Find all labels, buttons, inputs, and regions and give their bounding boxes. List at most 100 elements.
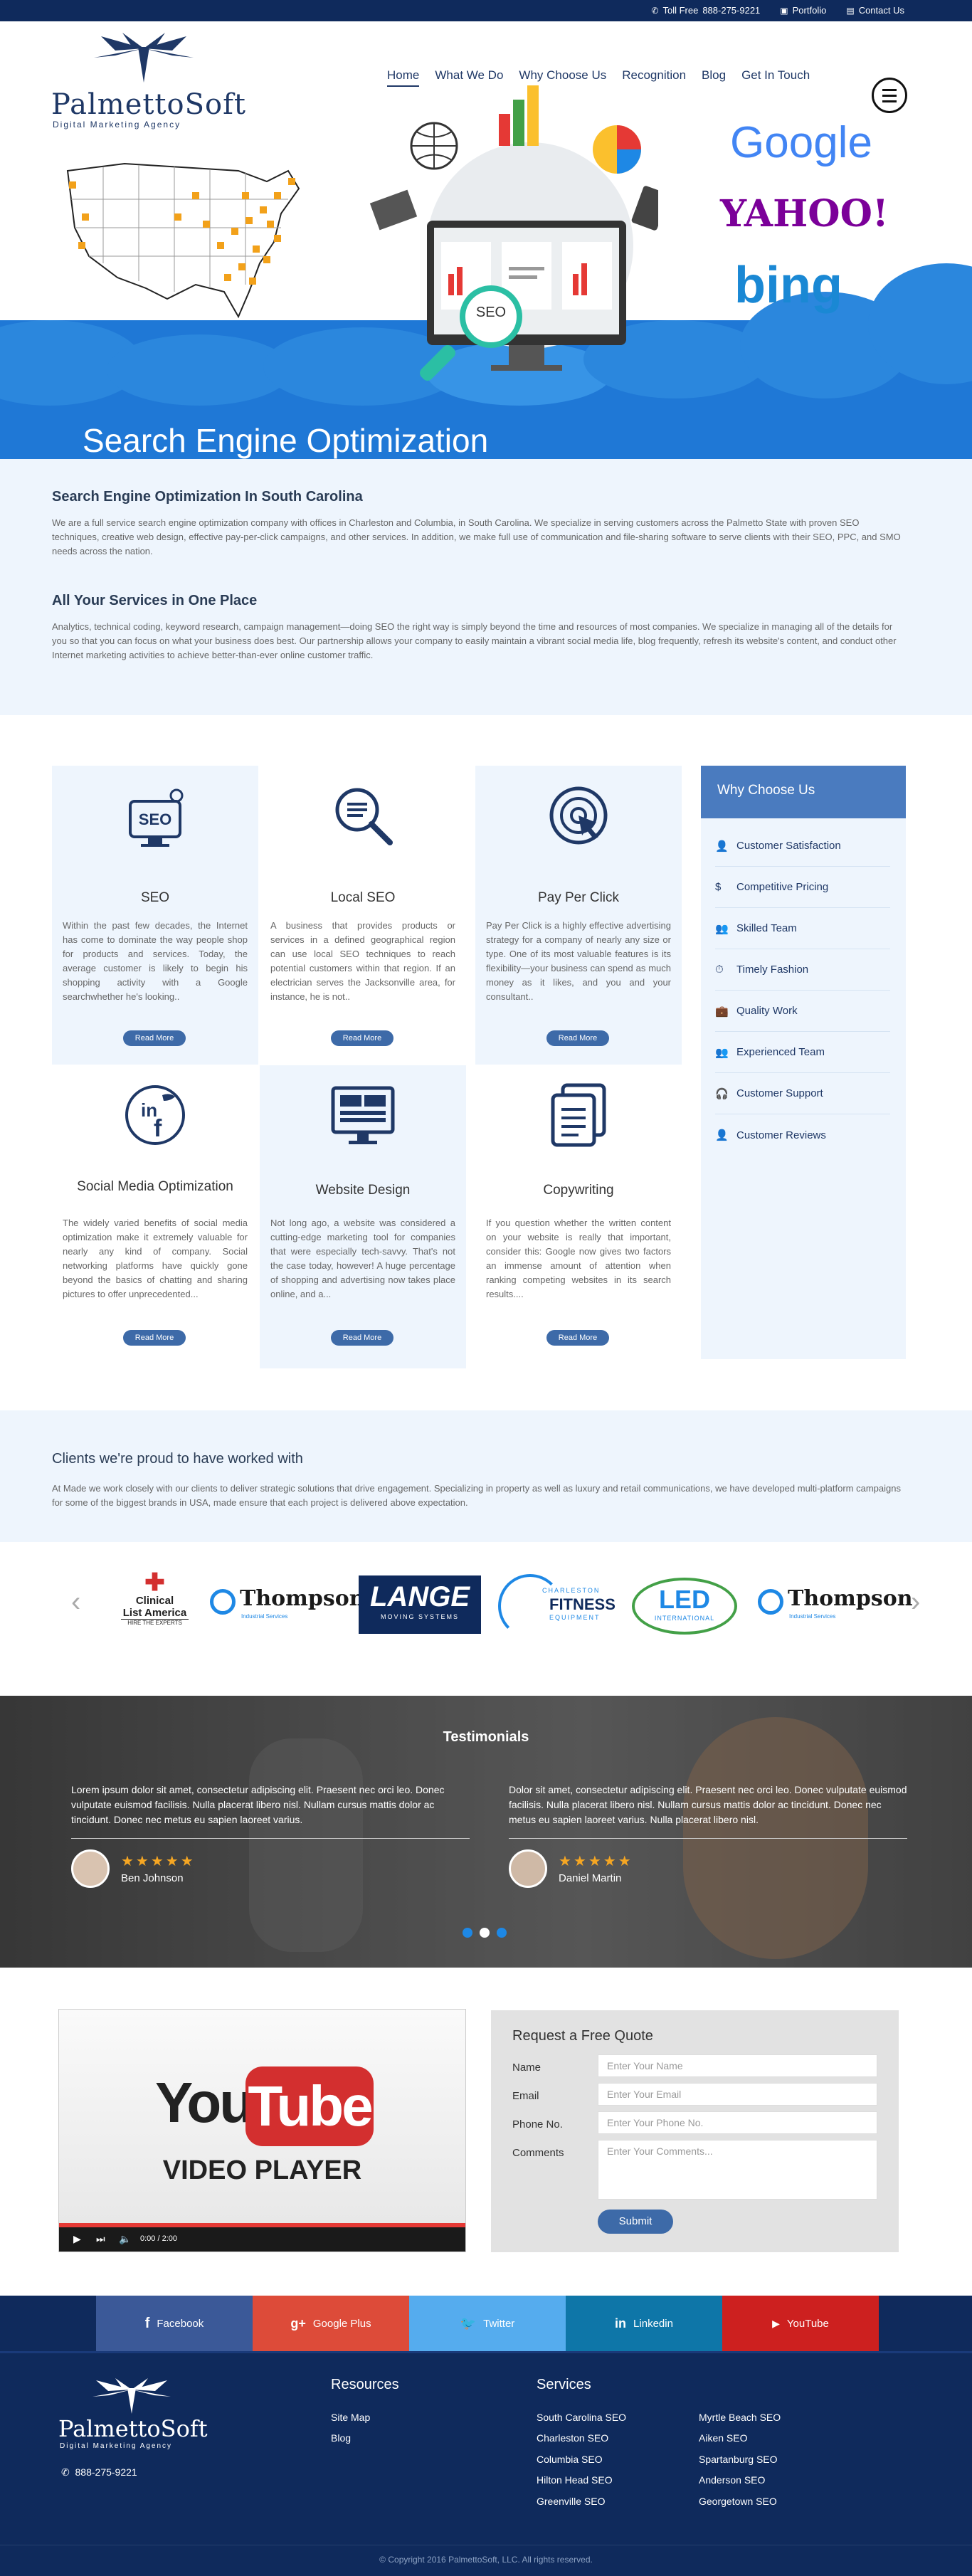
service-text: If you question whether the written cont…: [486, 1218, 671, 1299]
service-text: Not long ago, a website was considered a…: [270, 1218, 455, 1299]
hero-title: Search Engine Optimization: [83, 422, 489, 459]
headset-icon: 🎧: [715, 1087, 729, 1100]
read-more-button[interactable]: Read More: [123, 1330, 186, 1346]
why-item-label: Customer Reviews: [736, 1129, 826, 1141]
footer-service-link[interactable]: Columbia SEO: [537, 2454, 603, 2465]
why-item[interactable]: 👤 Customer Satisfaction: [715, 825, 890, 867]
social-label: Google Plus: [312, 2317, 371, 2330]
nav-blog[interactable]: Blog: [702, 68, 726, 87]
submit-button[interactable]: Submit: [598, 2210, 673, 2234]
footer-service-link[interactable]: Myrtle Beach SEO: [699, 2412, 781, 2423]
youtube-icon: ▶: [772, 2317, 780, 2329]
video-player[interactable]: You Tube VIDEO PLAYER ▶ ⏭ 🔈 0:00 / 2:00: [58, 2009, 466, 2252]
hamburger-menu-button[interactable]: [872, 78, 907, 113]
toll-free-number: 888-275-9221: [702, 5, 761, 16]
portfolio-link[interactable]: ▣ Portfolio: [780, 5, 826, 16]
name-field[interactable]: Enter Your Name: [598, 2054, 877, 2077]
social-label: Facebook: [157, 2317, 204, 2330]
footer-service-link[interactable]: Greenville SEO: [537, 2496, 605, 2507]
footer-logo[interactable]: PalmettoSoft Digital Marketing Agency: [58, 2378, 222, 2456]
linkedin-button[interactable]: in Linkedin: [566, 2296, 722, 2351]
logo-text: Clinical: [135, 1595, 174, 1607]
carousel-dot[interactable]: [497, 1928, 507, 1938]
why-item[interactable]: 👥 Skilled Team: [715, 908, 890, 949]
volume-icon[interactable]: 🔈: [119, 2233, 131, 2245]
read-more-button[interactable]: Read More: [546, 1330, 609, 1346]
footer-service-link[interactable]: Aiken SEO: [699, 2432, 747, 2444]
top-bar: ✆ Toll Free 888-275-9221 ▣ Portfolio ▤ C…: [0, 0, 972, 21]
why-item[interactable]: 💼 Quality Work: [715, 991, 890, 1032]
email-field[interactable]: Enter Your Email: [598, 2083, 877, 2106]
footer-service-link[interactable]: Spartanburg SEO: [699, 2454, 778, 2465]
why-item[interactable]: $ Competitive Pricing: [715, 867, 890, 908]
youtube-button[interactable]: ▶ YouTube: [722, 2296, 879, 2351]
avatar: [509, 1849, 547, 1888]
client-logo-charleston-fitness: CHARLESTON FITNESS EQUIPMENT: [498, 1574, 616, 1638]
carousel-prev-icon[interactable]: ‹: [71, 1586, 80, 1618]
yahoo-logo: YAHOO!: [720, 192, 889, 236]
service-title: SEO: [140, 890, 170, 905]
footer-link-blog[interactable]: Blog: [331, 2432, 351, 2444]
testimonial-author: Ben Johnson: [121, 1872, 184, 1884]
play-icon[interactable]: ▶: [73, 2233, 81, 2245]
clients-text: At Made we work closely with our clients…: [52, 1483, 901, 1508]
clients-section: Clients we're proud to have worked with …: [0, 1410, 972, 1542]
client-logo-lange: LANGE MOVING SYSTEMS: [359, 1575, 481, 1634]
palm-tree-icon: [94, 33, 194, 83]
nav-get-in-touch[interactable]: Get In Touch: [741, 68, 810, 87]
why-item[interactable]: 👤 Customer Reviews: [715, 1114, 890, 1156]
footer: PalmettoSoft Digital Marketing Agency ✆ …: [0, 2351, 972, 2576]
footer-link-sitemap[interactable]: Site Map: [331, 2412, 370, 2423]
footer-service-link[interactable]: Charleston SEO: [537, 2432, 608, 2444]
phone-field[interactable]: Enter Your Phone No.: [598, 2111, 877, 2134]
read-more-button[interactable]: Read More: [331, 1030, 393, 1046]
why-item-label: Customer Satisfaction: [736, 840, 841, 852]
footer-service-link[interactable]: South Carolina SEO: [537, 2412, 626, 2423]
intro-heading: Search Engine Optimization In South Caro…: [52, 489, 363, 505]
comments-field[interactable]: Enter Your Comments...: [598, 2140, 877, 2200]
read-more-button[interactable]: Read More: [546, 1030, 609, 1046]
footer-phone[interactable]: ✆ 888-275-9221: [61, 2466, 137, 2479]
toll-free-link[interactable]: ✆ Toll Free 888-275-9221: [651, 5, 760, 16]
twitter-button[interactable]: 🐦 Twitter: [409, 2296, 566, 2351]
site-logo[interactable]: PalmettoSoft Digital Marketing Agency: [51, 33, 245, 132]
testimonials-section: Testimonials Lorem ipsum dolor sit amet,…: [0, 1696, 972, 1968]
usa-map-icon: [66, 162, 300, 319]
clock-person-icon: ⏱: [715, 964, 724, 976]
google-logo: Google: [730, 118, 872, 167]
contact-link[interactable]: ▤ Contact Us: [846, 5, 904, 16]
read-more-button[interactable]: Read More: [123, 1030, 186, 1046]
name-label: Name: [512, 2062, 542, 2074]
facebook-button[interactable]: f Facebook: [96, 2296, 253, 2351]
service-text: A business that provides products or ser…: [270, 920, 455, 1002]
footer-service-link[interactable]: Anderson SEO: [699, 2474, 765, 2486]
social-bar: f Facebook g+ Google Plus 🐦 Twitter in L…: [0, 2296, 972, 2351]
service-title: Social Media Optimization: [77, 1179, 233, 1194]
why-item-label: Timely Fashion: [736, 964, 809, 976]
why-item[interactable]: 🎧 Customer Support: [715, 1073, 890, 1114]
youtube-logo-tube: Tube: [245, 2066, 374, 2146]
why-item-label: Quality Work: [736, 1005, 798, 1017]
seo-badge-text: SEO: [475, 305, 507, 320]
logo-tagline: Digital Marketing Agency: [53, 120, 181, 130]
video-time: 0:00 / 2:00: [140, 2234, 177, 2243]
copyright: © Copyright 2016 PalmettoSoft, LLC. All …: [379, 2555, 593, 2565]
carousel-dot-active[interactable]: [480, 1928, 490, 1938]
why-item[interactable]: ⏱ Timely Fashion: [715, 949, 890, 991]
logo-text: List America: [122, 1607, 187, 1619]
read-more-button[interactable]: Read More: [331, 1330, 393, 1346]
hero-header: PalmettoSoft Digital Marketing Agency Ho…: [0, 21, 972, 459]
google-plus-button[interactable]: g+ Google Plus: [253, 2296, 409, 2351]
logo-text: LANGE: [370, 1581, 470, 1612]
svg-text:f: f: [154, 1115, 162, 1142]
quote-form: Request a Free Quote Name Enter Your Nam…: [491, 2010, 899, 2252]
next-icon[interactable]: ⏭: [96, 2233, 105, 2245]
footer-service-link[interactable]: Georgetown SEO: [699, 2496, 777, 2507]
thompson-swirl-icon: [210, 1589, 236, 1615]
footer-service-link[interactable]: Hilton Head SEO: [537, 2474, 613, 2486]
why-item[interactable]: 👥 Experienced Team: [715, 1032, 890, 1073]
intro-section: Search Engine Optimization In South Caro…: [0, 459, 972, 715]
service-text: The widely varied benefits of social med…: [63, 1218, 248, 1299]
youtube-logo-you: You: [155, 2071, 254, 2134]
carousel-dot[interactable]: [463, 1928, 472, 1938]
